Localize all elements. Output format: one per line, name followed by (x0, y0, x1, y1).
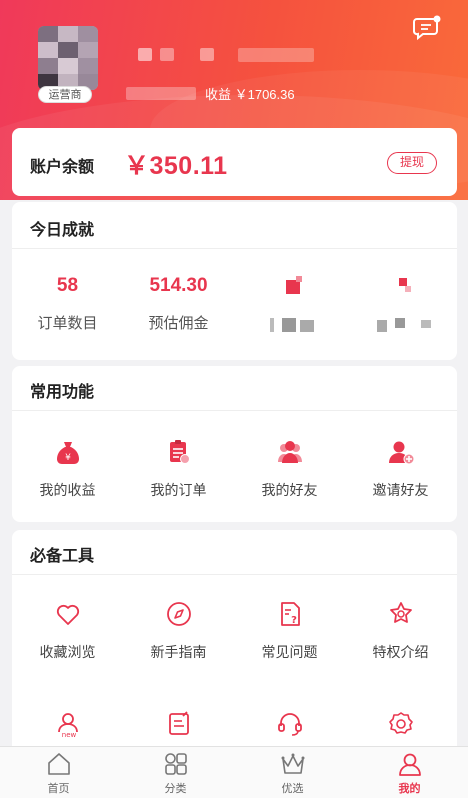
new-user-tool-button[interactable]: new (12, 710, 123, 738)
tab-mine[interactable]: 我的 (351, 751, 468, 796)
grid-label: 我的订单 (150, 482, 207, 498)
grid-label: 特权介绍 (372, 644, 429, 660)
id-redacted (126, 87, 196, 100)
invite-friends-button[interactable]: 邀请好友 (345, 438, 456, 500)
invite-user-icon (388, 441, 414, 465)
svg-text:¥: ¥ (65, 453, 71, 463)
grid-label: 我的收益 (39, 482, 96, 498)
grid-label: 新手指南 (150, 644, 207, 660)
beginner-guide-button[interactable]: 新手指南 (123, 600, 234, 662)
balance-card: 账户余额 ￥350.11 提现 (12, 128, 457, 196)
stat-label: 订单数目 (37, 315, 98, 332)
username-redacted (200, 48, 214, 61)
username-redacted (238, 48, 314, 62)
withdraw-button[interactable]: 提现 (387, 152, 437, 174)
money-bag-icon: ¥ (56, 442, 79, 464)
grid-label: 收藏浏览 (39, 644, 96, 660)
question-doc-icon: ? (280, 602, 300, 626)
svg-text:?: ? (291, 615, 297, 626)
compass-icon (166, 602, 191, 626)
favorites-history-button[interactable]: 收藏浏览 (12, 600, 123, 662)
heart-icon (56, 604, 79, 625)
svg-text:new: new (61, 731, 76, 738)
divider (12, 410, 457, 411)
balance-amount: ￥350.11 (124, 152, 228, 180)
balance-label: 账户余额 (30, 159, 95, 176)
section-title-today: 今日成就 (30, 222, 95, 239)
today-achievements-card: 今日成就 58 订单数目 514.30 预估佣金 (12, 202, 457, 360)
grid-label: 邀请好友 (372, 482, 429, 498)
headset-icon (277, 713, 302, 736)
edit-note-tool-button[interactable] (123, 710, 234, 738)
category-grid-icon (164, 753, 187, 775)
tab-label: 优选 (281, 783, 304, 795)
settings-icon (388, 712, 413, 734)
section-title-common: 常用功能 (30, 384, 95, 401)
grid-label: 常见问题 (261, 644, 318, 660)
role-badge: 运营商 (38, 86, 92, 103)
faq-button[interactable]: ? 常见问题 (234, 600, 345, 662)
stat-redacted[interactable] (345, 274, 456, 344)
stat-order-count[interactable]: 58 订单数目 (12, 274, 123, 333)
friends-icon (277, 441, 302, 463)
avatar[interactable] (38, 26, 98, 90)
customer-service-tool-button[interactable] (234, 710, 345, 738)
settings-tool-button[interactable] (345, 710, 456, 738)
tab-home[interactable]: 首页 (0, 751, 117, 796)
divider (12, 248, 457, 249)
section-title-tools: 必备工具 (30, 548, 95, 565)
tab-label: 首页 (47, 783, 70, 795)
tab-featured[interactable]: 优选 (234, 751, 351, 796)
grid-label: 我的好友 (261, 482, 318, 498)
username-redacted (160, 48, 174, 61)
divider (12, 574, 457, 575)
tab-label: 分类 (164, 783, 187, 795)
tab-label: 我的 (398, 783, 421, 795)
username-redacted (138, 48, 152, 61)
stat-value: 58 (56, 275, 79, 296)
edit-note-icon (168, 711, 189, 735)
stat-value: 514.30 (149, 275, 208, 296)
my-orders-button[interactable]: 我的订单 (123, 438, 234, 500)
privileges-button[interactable]: 特权介绍 (345, 600, 456, 662)
bottom-tab-bar: 首页 分类 优选 我的 (0, 746, 468, 798)
tab-category[interactable]: 分类 (117, 751, 234, 796)
my-earnings-button[interactable]: ¥ 我的收益 (12, 438, 123, 500)
new-user-icon: new (57, 713, 78, 738)
star-badge-icon (389, 602, 412, 623)
stat-redacted[interactable] (234, 274, 345, 344)
home-icon (47, 753, 70, 775)
stat-estimated-commission[interactable]: 514.30 预估佣金 (123, 274, 234, 333)
common-functions-card: 常用功能 ¥ 我的收益 我的订单 我的好友 邀请好友 (12, 366, 457, 522)
user-icon (398, 753, 421, 776)
message-bubble-icon[interactable] (412, 14, 442, 42)
crown-icon (281, 753, 304, 774)
my-friends-button[interactable]: 我的好友 (234, 438, 345, 500)
earnings-text: 收益 ￥1706.36 (205, 87, 295, 102)
order-list-icon (169, 440, 190, 464)
stat-label: 预估佣金 (148, 315, 209, 332)
